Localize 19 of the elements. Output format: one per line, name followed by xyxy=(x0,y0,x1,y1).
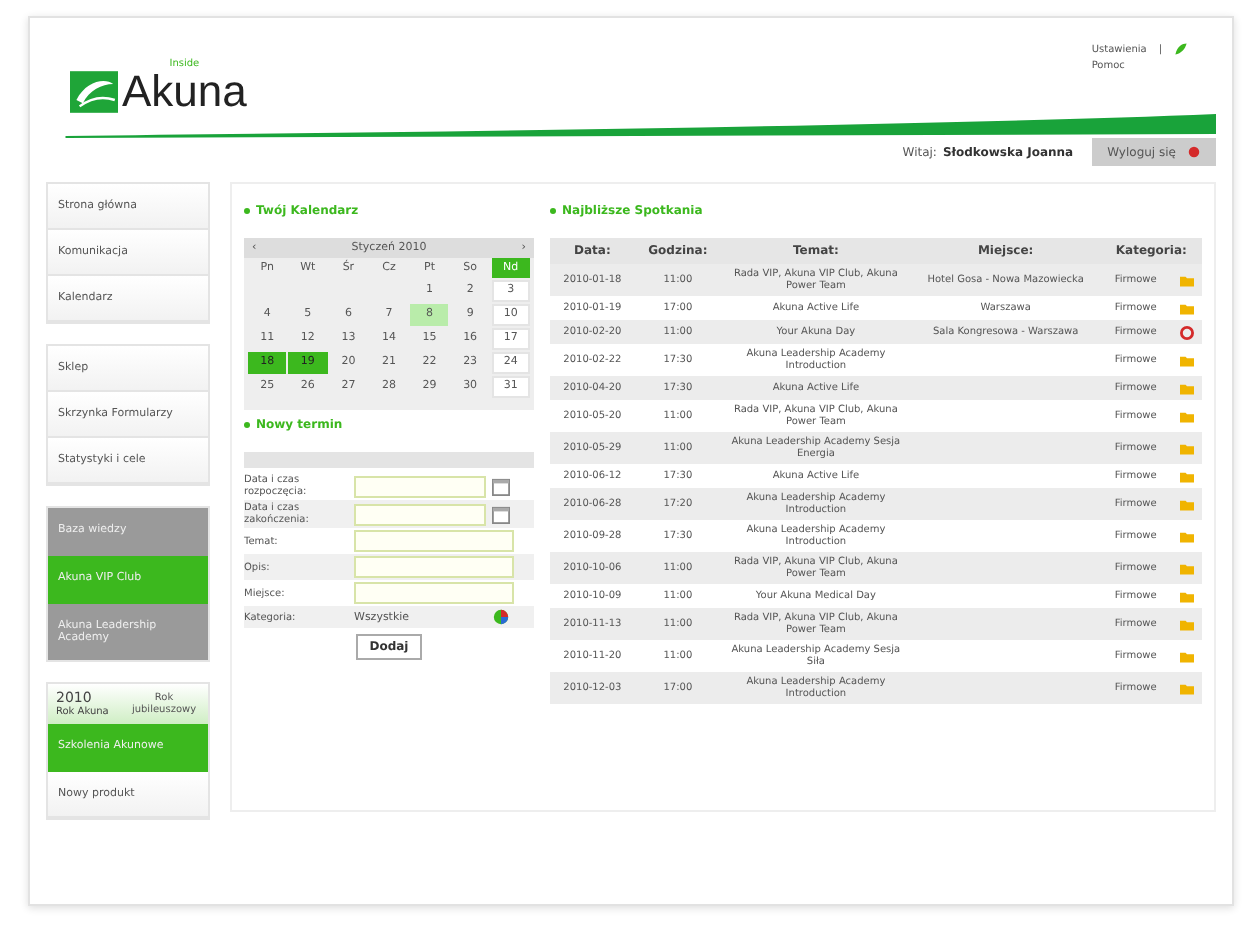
text-field[interactable] xyxy=(354,530,514,552)
bullet-icon xyxy=(244,208,250,214)
bullet-icon xyxy=(244,422,250,428)
alert-icon[interactable] xyxy=(1179,325,1194,339)
text-field[interactable] xyxy=(354,556,514,578)
date-field[interactable] xyxy=(354,503,486,525)
folder-icon[interactable] xyxy=(1179,649,1194,663)
date-field[interactable] xyxy=(354,475,486,497)
logo-text: Akuna xyxy=(122,70,247,114)
leaf-icon xyxy=(1174,42,1188,56)
calendar-icon[interactable] xyxy=(492,505,510,523)
power-icon xyxy=(1188,146,1200,158)
folder-icon[interactable] xyxy=(1179,681,1194,695)
color-wheel-icon xyxy=(492,608,510,626)
logo-icon xyxy=(70,70,118,114)
folder-icon[interactable] xyxy=(1179,529,1194,543)
calendar-icon[interactable] xyxy=(492,477,510,495)
text-field[interactable] xyxy=(354,582,514,604)
bullet-icon xyxy=(550,208,556,214)
